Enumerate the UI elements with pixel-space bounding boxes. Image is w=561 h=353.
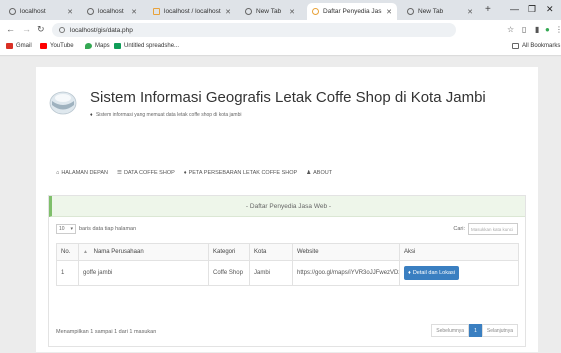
detail-location-button[interactable]: ♦ Detail dan Lokasi [404,266,460,280]
sheets-icon [114,43,121,49]
site-info-icon[interactable] [59,27,65,33]
home-icon: ⌂ [56,170,60,176]
bookmark-youtube[interactable]: YouTube [40,43,74,49]
globe-icon [87,8,94,15]
list-icon: ☰ [117,170,122,176]
phpmyadmin-icon [153,8,160,15]
menu-item-data[interactable]: ☰ DATA COFFE SHOP [117,170,175,176]
col-kota[interactable]: Kota [249,243,293,261]
menu-item-about[interactable]: ♟ ABOUT [306,170,332,176]
page-length-select[interactable]: 10 ▾ [56,224,76,234]
cell-nama: goffe jambi [78,260,209,286]
tab-4[interactable]: New Tab ✕ [240,3,300,20]
new-tab-button[interactable]: + [485,4,491,15]
cell-kota: Jambi [249,260,293,286]
page-subtitle: ♦ Sistem informasi yang memuat data leta… [90,112,242,118]
col-kategori[interactable]: Kategori [208,243,250,261]
menu-item-map[interactable]: ♦ PETA PERSEBARAN LETAK COFFE SHOP [184,170,297,176]
search-control: Cari: Masukkan kata kunci [453,223,518,235]
table-header-row: No. ▲ Nama Perusahaan Kategori Kota Webs… [56,243,519,261]
address-bar: ← → ↻ localhost/gis/data.php ☆ ▯ ▮ ● ⋮ [0,20,561,40]
main-menu: ⌂ HALAMAN DEPAN ☰ DATA COFFE SHOP ♦ PETA… [56,170,332,176]
search-input[interactable]: Masukkan kata kunci [468,223,518,235]
tab-1[interactable]: localhost ✕ [4,3,78,20]
close-icon[interactable]: ✕ [131,8,137,16]
close-icon[interactable]: ✕ [289,8,295,16]
page-title: Sistem Informasi Geografis Letak Coffe S… [90,89,486,106]
close-icon[interactable]: ✕ [467,8,473,16]
cell-no: 1 [56,260,79,286]
all-bookmarks[interactable]: All Bookmarks [512,43,560,49]
page-viewport: Sistem Informasi Geografis Letak Coffe S… [0,57,561,353]
col-website[interactable]: Website [292,243,400,261]
maps-icon [85,43,92,49]
globe-logo-icon [49,91,77,115]
data-panel: - Daftar Penyedia Jasa Web - 10 ▾ baris … [48,195,526,347]
url-field[interactable]: localhost/gis/data.php [52,23,456,37]
tab-3[interactable]: localhost / localhost / ✕ [148,3,236,20]
menu-item-home[interactable]: ⌂ HALAMAN DEPAN [56,170,108,176]
bookmark-maps[interactable]: Maps [85,43,110,49]
sort-icon: ▲ [83,249,88,255]
table-info: Menampilkan 1 sampai 1 dari 1 masukan [56,329,157,335]
page-1-button[interactable]: 1 [469,324,482,337]
chrome-icon [245,8,252,15]
extensions-icon[interactable]: ▯ [522,25,526,34]
cell-kategori: Coffe Shop [208,260,250,286]
tab-2[interactable]: localhost ✕ [82,3,142,20]
next-page-button[interactable]: Selanjutnya [481,324,518,337]
user-icon: ♟ [306,170,312,176]
close-icon[interactable]: ✕ [67,8,73,16]
table-row: 1 goffe jambi Coffe Shop Jambi https://g… [56,260,519,286]
bookmark-spreadsheet[interactable]: Untitled spreadshe... [114,43,179,49]
profile-icon[interactable]: ● [545,25,550,34]
close-icon[interactable]: ✕ [386,8,392,16]
sidepanel-icon[interactable]: ▮ [535,25,539,34]
back-icon[interactable]: ← [6,24,15,34]
page-length-control: 10 ▾ baris data tiap halaman [56,224,136,234]
menu-icon[interactable]: ⋮ [555,25,561,34]
prev-page-button[interactable]: Sebelumnya [431,324,470,337]
minimize-icon[interactable]: — [510,4,519,14]
map-marker-icon: ♦ [183,170,187,176]
gmail-icon [6,43,13,49]
maximize-icon[interactable]: ❐ [528,4,536,15]
youtube-icon [40,43,47,49]
site-icon [312,8,319,15]
folder-icon [512,43,519,49]
close-window-icon[interactable]: ✕ [546,4,554,15]
cell-website: https://goo.gl/maps/iYVR3oJJFwezVDzr9 [292,260,400,286]
data-table: No. ▲ Nama Perusahaan Kategori Kota Webs… [56,243,519,286]
panel-heading: - Daftar Penyedia Jasa Web - [49,196,525,217]
map-marker-icon: ♦ [408,270,411,276]
pagination: Sebelumnya 1 Selanjutnya [431,324,518,337]
tab-active[interactable]: Daftar Penyedia Jas ✕ [307,3,397,20]
reload-icon[interactable]: ↻ [37,24,45,35]
chevron-down-icon: ▾ [70,226,73,232]
bookmarks-bar: Gmail YouTube Maps Untitled spreadshe...… [0,40,561,56]
col-aksi[interactable]: Aksi [399,243,519,261]
tab-strip: localhost ✕ localhost ✕ localhost / loca… [0,0,561,20]
col-no[interactable]: No. [56,243,79,261]
tab-6[interactable]: New Tab ✕ [402,3,478,20]
col-nama[interactable]: ▲ Nama Perusahaan [78,243,209,261]
content-card: Sistem Informasi Geografis Letak Coffe S… [36,67,538,352]
forward-icon[interactable]: → [22,24,31,34]
bookmark-gmail[interactable]: Gmail [6,43,32,49]
close-icon[interactable]: ✕ [225,8,231,16]
bookmark-star-icon[interactable]: ☆ [507,25,514,34]
globe-icon [9,8,16,15]
map-marker-icon: ♦ [90,112,93,118]
chrome-icon [407,8,414,15]
cell-aksi: ♦ Detail dan Lokasi [399,260,519,286]
